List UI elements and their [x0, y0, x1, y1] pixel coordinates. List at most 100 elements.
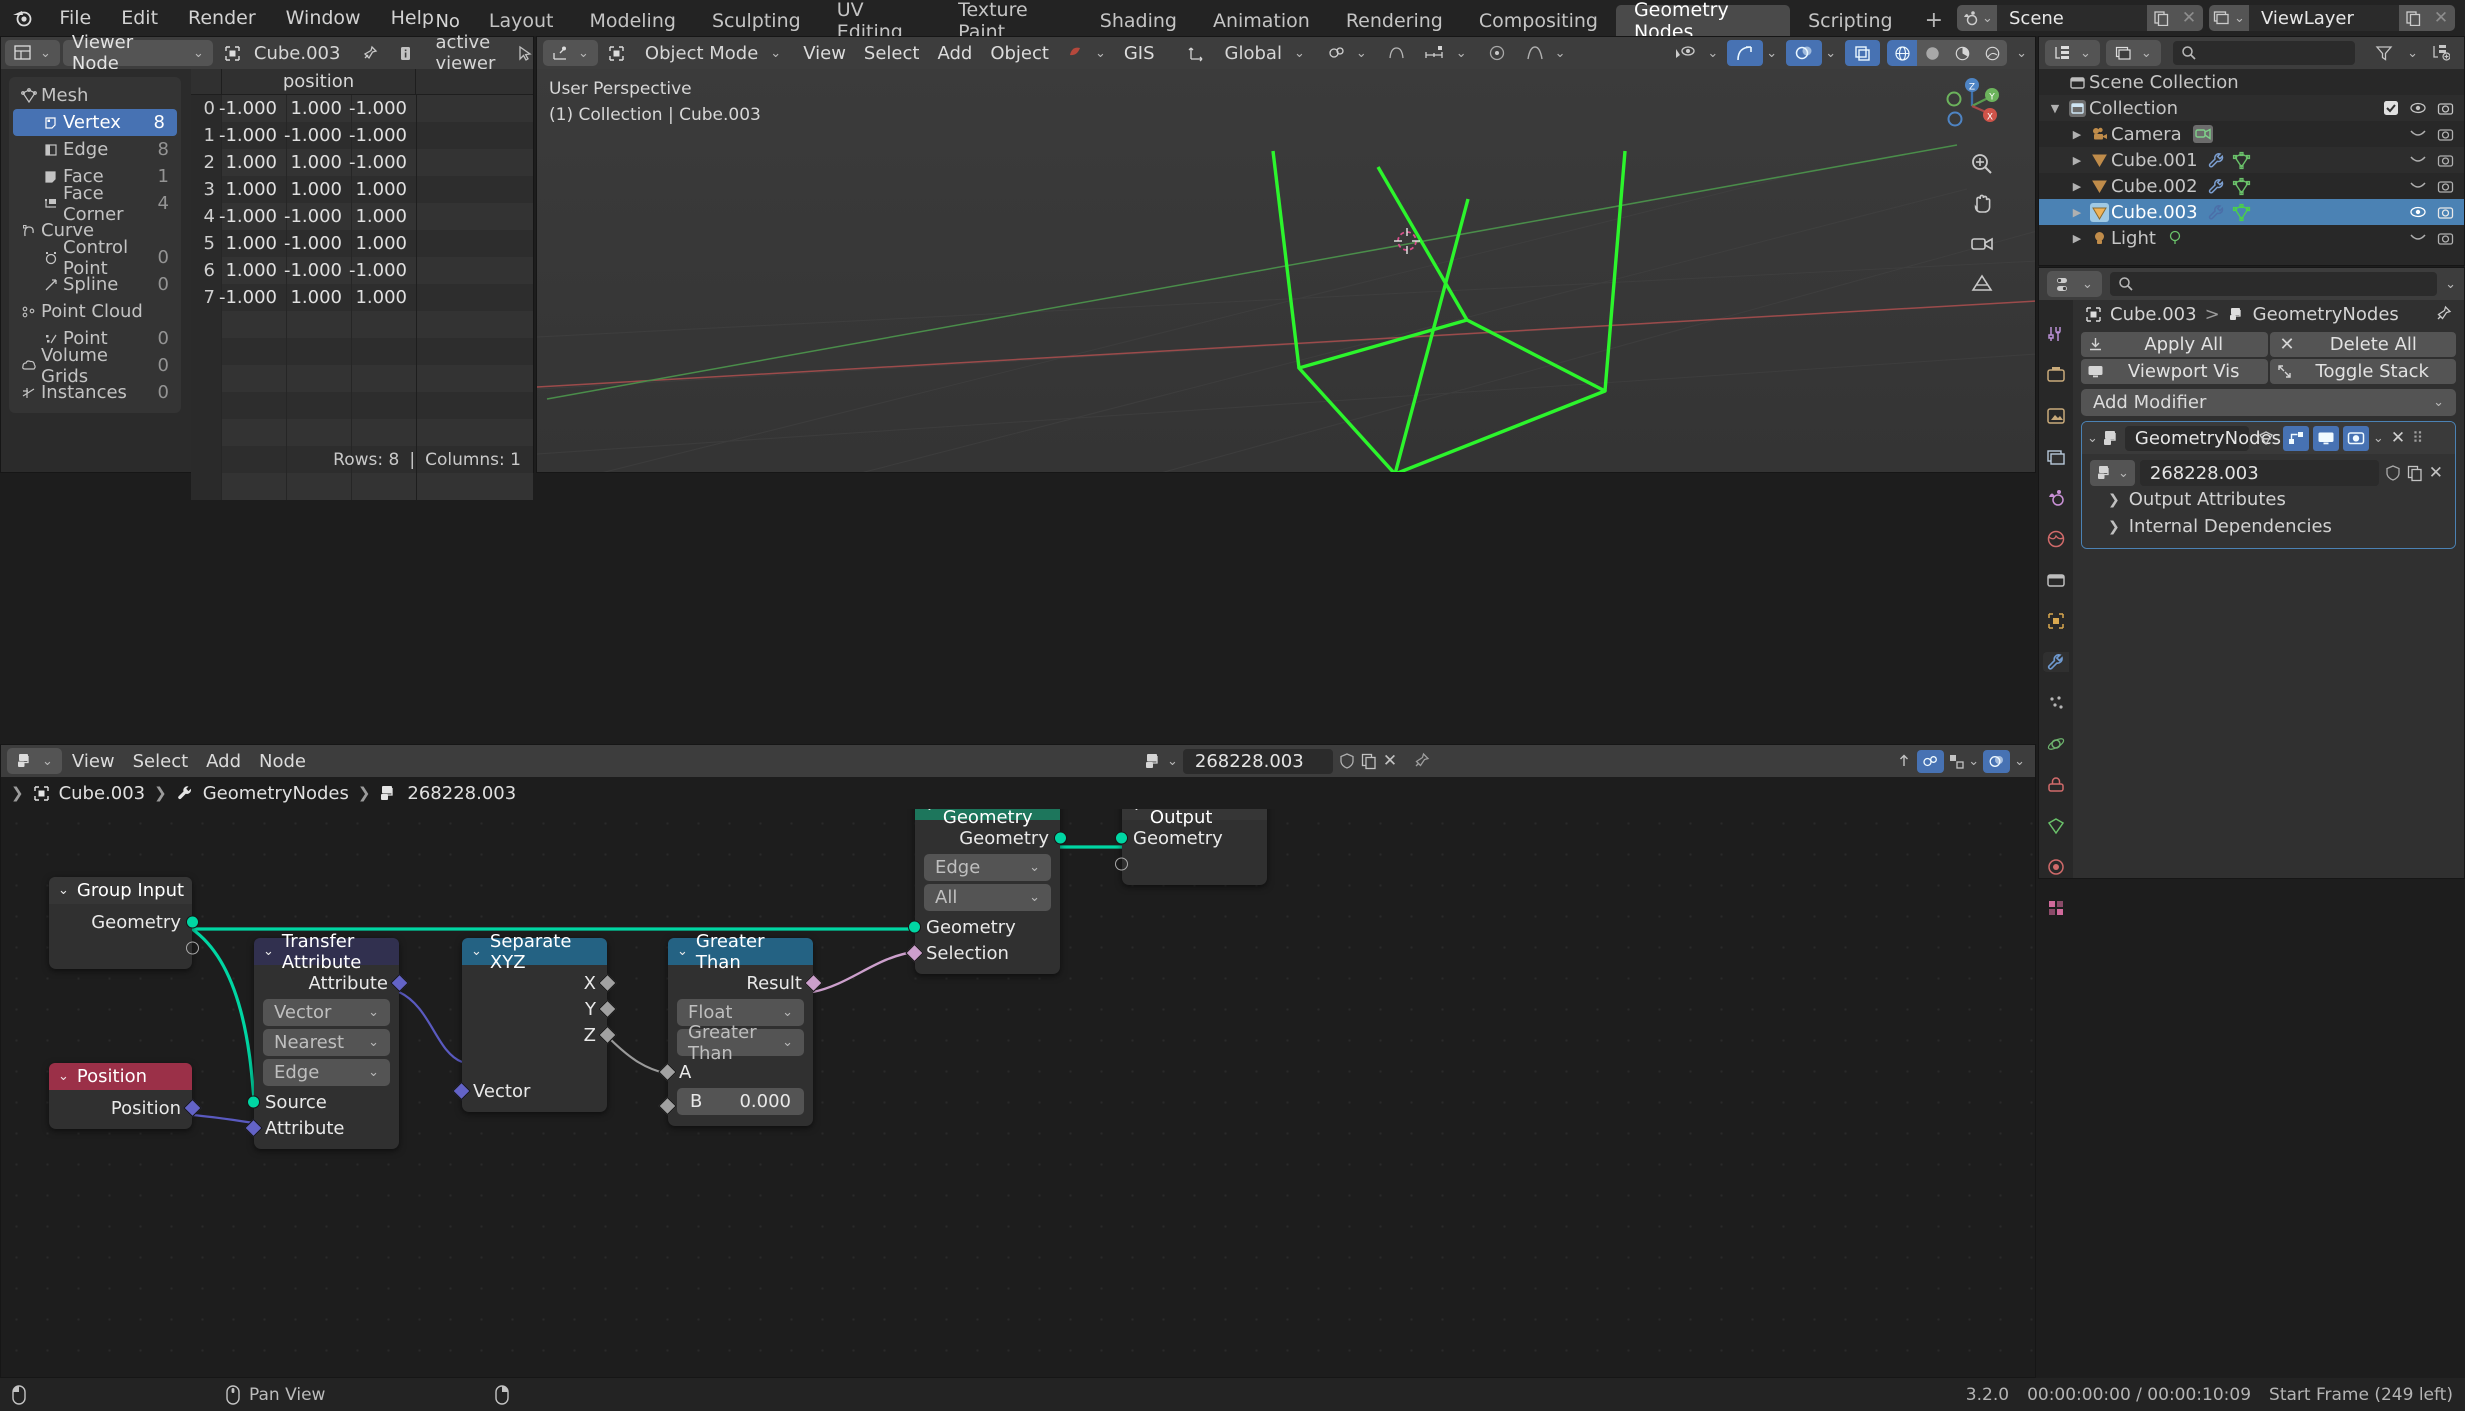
socket-a-in[interactable] [658, 1062, 677, 1082]
socket-position-out[interactable] [183, 1098, 202, 1118]
mapping-dropdown[interactable]: Nearest ⌄ [263, 1029, 390, 1056]
socket-row-attribute-output[interactable]: Attribute [254, 970, 409, 996]
visibility-selectability-icon[interactable] [1666, 40, 1704, 66]
realtime-display-toggle[interactable] [2312, 425, 2339, 451]
node-group-name-field[interactable]: 268228.003 [2139, 460, 2379, 486]
modifier-extras-chevron[interactable]: ⌄ [2373, 431, 2384, 446]
add-workspace-button[interactable]: + [1911, 5, 1957, 36]
table-row[interactable]: 6 1.000 -1.000 -1.000 [191, 257, 533, 284]
measure-icon[interactable] [1416, 40, 1454, 66]
viewport-editor-type-selector[interactable]: ⌄ [543, 40, 598, 66]
disclosure-triangle-icon[interactable]: ▶ [2067, 180, 2087, 193]
pin-icon[interactable] [1402, 752, 1430, 770]
camera-render-icon[interactable] [2437, 230, 2454, 247]
node-collapse-chevron[interactable]: ⌄ [58, 1069, 69, 1084]
camera-render-icon[interactable] [2437, 126, 2454, 143]
toggle-orthographic-icon[interactable] [1969, 271, 1995, 297]
show-overlays-icon[interactable] [1983, 749, 2011, 773]
vertex-group-toggle[interactable] [2253, 426, 2279, 451]
show-gizmo-icon[interactable] [1727, 40, 1764, 66]
render-display-toggle[interactable] [2342, 425, 2369, 451]
socket-row-y-output[interactable]: Y [462, 996, 617, 1022]
tab-texture-paint[interactable]: Texture Paint [940, 0, 1082, 43]
snap-magnet-icon[interactable] [1319, 40, 1354, 66]
socket-row-position-output[interactable]: Position [49, 1095, 202, 1121]
node-header[interactable]: ⌄ Transfer Attribute [254, 931, 399, 973]
tab-modeling[interactable]: Modeling [572, 5, 694, 36]
editor-type-selector[interactable]: ⌄ [5, 40, 60, 66]
shading-material-icon[interactable] [1947, 40, 1978, 66]
socket-row-x-output[interactable]: X [462, 970, 617, 996]
socket-row-attribute-input[interactable]: Attribute [244, 1115, 399, 1141]
node-header[interactable]: ⌄ Separate XYZ [462, 931, 607, 973]
breadcrumb-node-group-name[interactable]: 268228.003 [407, 783, 516, 804]
b-value-field[interactable]: B 0.000 [677, 1088, 804, 1115]
socket-geometry-out[interactable] [186, 915, 199, 929]
dataset-item-vertex[interactable]: Vertex 8 [13, 109, 177, 136]
remove-viewlayer-icon[interactable]: ✕ [2427, 5, 2455, 31]
table-cell[interactable]: -1.000 [219, 95, 286, 122]
outliner-search-input[interactable] [2172, 41, 2356, 65]
node-separate-xyz[interactable]: ⌄ Separate XYZ X Y Z Vector [452, 931, 617, 1112]
node-collapse-chevron[interactable]: ⌄ [471, 944, 482, 959]
table-cell[interactable]: 1.000 [351, 284, 416, 311]
socket-row-geometry-output[interactable]: Geometry [49, 909, 199, 935]
camera-view-icon[interactable] [1969, 231, 1995, 257]
node-canvas[interactable]: ⌄ Delete Geometry Geometry Edge⌄ All⌄ Ge… [1, 777, 2035, 1377]
socket-extend-in[interactable] [1115, 857, 1128, 871]
tab-rendering[interactable]: Rendering [1328, 5, 1461, 36]
delete-all-button[interactable]: ✕ Delete All [2269, 332, 2456, 357]
light-data-icon[interactable] [2166, 229, 2184, 247]
edit-mode-display-toggle[interactable] [2282, 425, 2309, 451]
socket-result-out[interactable] [804, 973, 823, 993]
duplicate-icon[interactable] [2407, 465, 2424, 482]
table-row[interactable]: 2 1.000 1.000 -1.000 [191, 149, 533, 176]
socket-source-in[interactable] [247, 1095, 260, 1109]
node-collapse-chevron[interactable]: ⌄ [263, 944, 274, 959]
proportional-falloff-icon[interactable] [1479, 40, 1515, 66]
snap-element-selector[interactable]: ⌄ [1948, 753, 1979, 770]
menu-window[interactable]: Window [271, 0, 376, 36]
table-cell[interactable]: 1.000 [286, 284, 351, 311]
tab-collection[interactable] [2043, 570, 2069, 590]
socket-row-vector-input[interactable]: Vector [452, 1078, 607, 1104]
socket-attribute-out[interactable] [390, 973, 409, 993]
viewlayer-name[interactable]: ViewLayer [2249, 5, 2399, 31]
viewlayer-selector[interactable]: ⌄ ViewLayer ✕ [2209, 5, 2455, 31]
tab-material[interactable] [2043, 857, 2069, 877]
disclosure-triangle-icon[interactable]: ▶ [2067, 232, 2087, 245]
tab-animation[interactable]: Animation [1195, 5, 1328, 36]
camera-render-icon[interactable] [2437, 100, 2454, 117]
new-collection-icon[interactable] [2424, 40, 2458, 66]
mode-dropdown[interactable]: All ⌄ [924, 884, 1051, 911]
dataset-item-face-corner[interactable]: Face Corner 4 [9, 183, 181, 225]
tab-texture[interactable] [2043, 898, 2069, 918]
socket-row-geometry-input[interactable]: Geometry [908, 914, 1060, 940]
pin-icon[interactable] [353, 40, 386, 66]
table-cell[interactable]: -1.000 [284, 257, 351, 284]
table-cell[interactable]: 1.000 [221, 257, 286, 284]
node-header[interactable]: ⌄ Position [49, 1063, 192, 1090]
breadcrumb-object-name[interactable]: Cube.003 [59, 783, 146, 804]
table-cell[interactable]: 1.000 [221, 149, 286, 176]
output-attributes-section[interactable]: ❯ Output Attributes [2090, 486, 2447, 513]
hidden-eye-icon[interactable] [2409, 180, 2427, 192]
tab-data[interactable] [2043, 816, 2069, 836]
snap-up-icon[interactable] [1895, 752, 1913, 770]
outliner-row-collection[interactable]: ▼ Collection [2039, 95, 2464, 121]
outliner-row-light[interactable]: ▶ Light [2039, 225, 2464, 251]
position-column-header[interactable]: position [221, 69, 416, 94]
table-cell[interactable]: 1.000 [351, 230, 416, 257]
tab-sculpting[interactable]: Sculpting [694, 5, 819, 36]
camera-render-icon[interactable] [2437, 152, 2454, 169]
table-cell[interactable]: 1.000 [221, 176, 286, 203]
domain-dropdown[interactable]: Edge ⌄ [263, 1059, 390, 1086]
drag-handle-icon[interactable]: ⠿ [2412, 430, 2427, 445]
node-menu-view[interactable]: View [64, 748, 123, 774]
tab-physics[interactable] [2043, 734, 2069, 754]
interaction-mode-label[interactable]: Object Mode [635, 43, 768, 64]
duplicate-icon[interactable] [1361, 753, 1378, 770]
socket-extend-out[interactable] [186, 941, 199, 955]
socket-row-geometry-input[interactable]: Geometry [1115, 825, 1267, 851]
socket-geometry-in[interactable] [908, 920, 921, 934]
